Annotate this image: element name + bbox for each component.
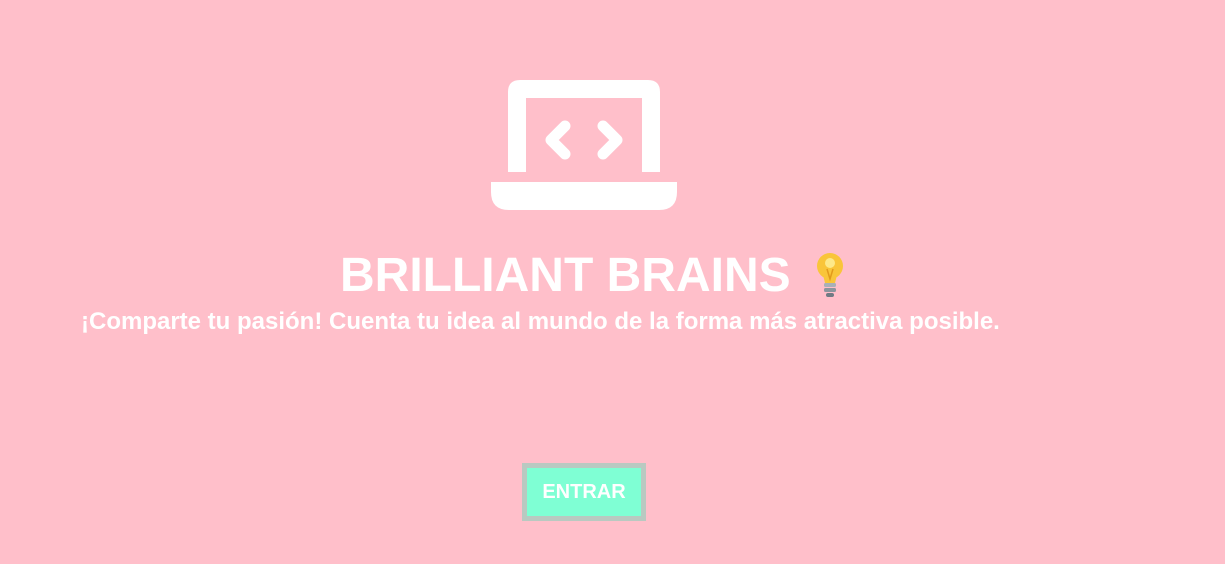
laptop-code-icon <box>491 80 677 210</box>
page-title-row: BRILLIANT BRAINS <box>340 248 847 304</box>
landing-page: BRILLIANT BRAINS ¡Comparte tu pasión! Cu… <box>0 0 1225 564</box>
tagline: ¡Comparte tu pasión! Cuenta tu idea al m… <box>81 308 1000 335</box>
page-title: BRILLIANT BRAINS <box>340 249 791 302</box>
lightbulb-icon <box>816 253 843 297</box>
enter-button[interactable]: ENTRAR <box>522 463 646 521</box>
